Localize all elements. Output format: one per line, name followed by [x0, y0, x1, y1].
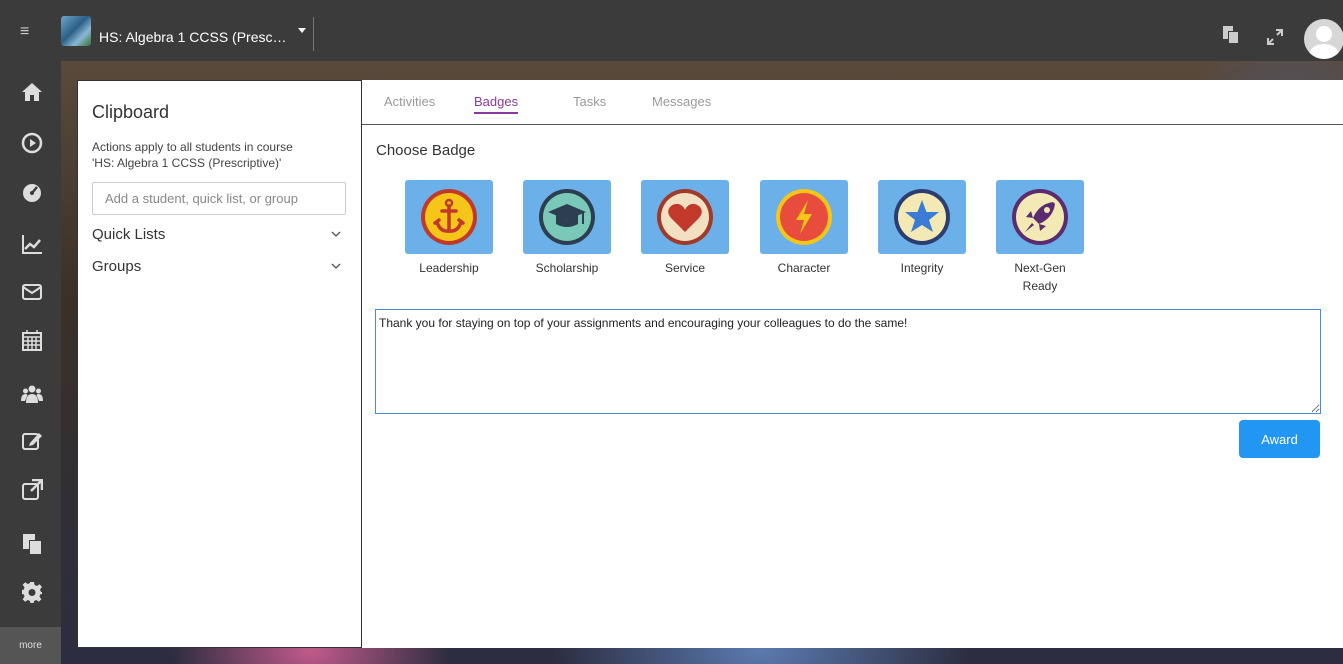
award-button[interactable]: Award: [1239, 420, 1320, 458]
badge-label: Character: [777, 261, 831, 275]
groups-accordion[interactable]: Groups: [92, 258, 346, 280]
badge-label: Integrity: [900, 261, 944, 275]
tab-tasks[interactable]: Tasks: [573, 94, 606, 109]
quick-lists-label: Quick Lists: [92, 226, 166, 243]
envelope-icon[interactable]: [21, 281, 43, 303]
users-icon[interactable]: [21, 383, 43, 405]
edit-icon[interactable]: [21, 430, 43, 452]
badge-tile[interactable]: [878, 180, 966, 254]
more-button[interactable]: more: [0, 627, 61, 664]
tab-bar: Activities Badges Tasks Messages: [362, 80, 1343, 125]
badge-label-line1: Next-Gen: [1014, 261, 1066, 275]
play-circle-icon[interactable]: [21, 132, 43, 154]
tab-activities[interactable]: Activities: [384, 94, 435, 109]
course-thumbnail: [61, 16, 91, 46]
course-selector[interactable]: HS: Algebra 1 CCSS (Presc…: [99, 29, 287, 45]
divider: [313, 17, 314, 51]
dashboard-gauge-icon[interactable]: [21, 181, 43, 203]
clipboard-description-line2: 'HS: Algebra 1 CCSS (Prescriptive)': [92, 156, 282, 170]
badge-character[interactable]: Character: [760, 180, 848, 277]
lightning-icon: [776, 189, 832, 245]
graduation-cap-icon: [539, 189, 595, 245]
top-bar: ≡ HS: Algebra 1 CCSS (Presc…: [0, 0, 1343, 61]
badge-label: Scholarship: [535, 261, 599, 275]
user-avatar-icon[interactable]: [1304, 19, 1343, 59]
expand-icon[interactable]: [1266, 28, 1284, 46]
clipboard-icon[interactable]: [21, 533, 43, 555]
badge-next-gen-ready[interactable]: Next-Gen Ready: [996, 180, 1084, 295]
badge-message-textarea[interactable]: Thank you for staying on top of your ass…: [375, 309, 1321, 414]
clipboard-description-line1: Actions apply to all students in course: [92, 140, 293, 154]
badge-integrity[interactable]: Integrity: [878, 180, 966, 277]
badge-service[interactable]: Service: [641, 180, 729, 277]
badge-tile[interactable]: [405, 180, 493, 254]
badge-leadership[interactable]: Leadership: [405, 180, 493, 277]
clipboard-copy-icon[interactable]: [1223, 26, 1239, 44]
rocket-icon: [1012, 189, 1068, 245]
badge-label: Leadership: [419, 261, 479, 275]
badge-label-line2: Ready: [1022, 279, 1058, 293]
calendar-icon[interactable]: [21, 329, 43, 351]
line-chart-icon[interactable]: [21, 233, 43, 255]
badge-tile[interactable]: [523, 180, 611, 254]
tab-badges[interactable]: Badges: [474, 94, 519, 114]
anchor-icon: [421, 189, 477, 245]
external-link-icon[interactable]: [21, 479, 43, 501]
home-icon[interactable]: [21, 81, 43, 103]
choose-badge-title: Choose Badge: [376, 142, 476, 159]
badge-tile[interactable]: [641, 180, 729, 254]
clipboard-description: Actions apply to all students in course …: [92, 139, 352, 171]
star-icon: [894, 189, 950, 245]
chevron-down-icon[interactable]: [331, 261, 341, 271]
badge-tile[interactable]: [760, 180, 848, 254]
heart-icon: [657, 189, 713, 245]
groups-label: Groups: [92, 258, 142, 275]
badge-scholarship[interactable]: Scholarship: [523, 180, 611, 277]
tab-messages[interactable]: Messages: [652, 94, 711, 109]
caret-down-icon[interactable]: [298, 28, 306, 33]
clipboard-title: Clipboard: [92, 102, 170, 122]
badge-label: Service: [664, 261, 705, 275]
add-student-input[interactable]: [92, 182, 346, 215]
gear-icon[interactable]: [21, 581, 43, 603]
chevron-down-icon[interactable]: [331, 229, 341, 239]
badges-panel: Activities Badges Tasks Messages Choose …: [362, 80, 1343, 648]
quick-lists-accordion[interactable]: Quick Lists: [92, 226, 346, 248]
clipboard-panel: Clipboard Actions apply to all students …: [77, 80, 362, 648]
sidebar-nav: more: [0, 61, 61, 664]
badge-tile[interactable]: [996, 180, 1084, 254]
hamburger-icon[interactable]: ≡: [20, 22, 44, 42]
badge-label: Next-Gen Ready: [996, 259, 1084, 295]
